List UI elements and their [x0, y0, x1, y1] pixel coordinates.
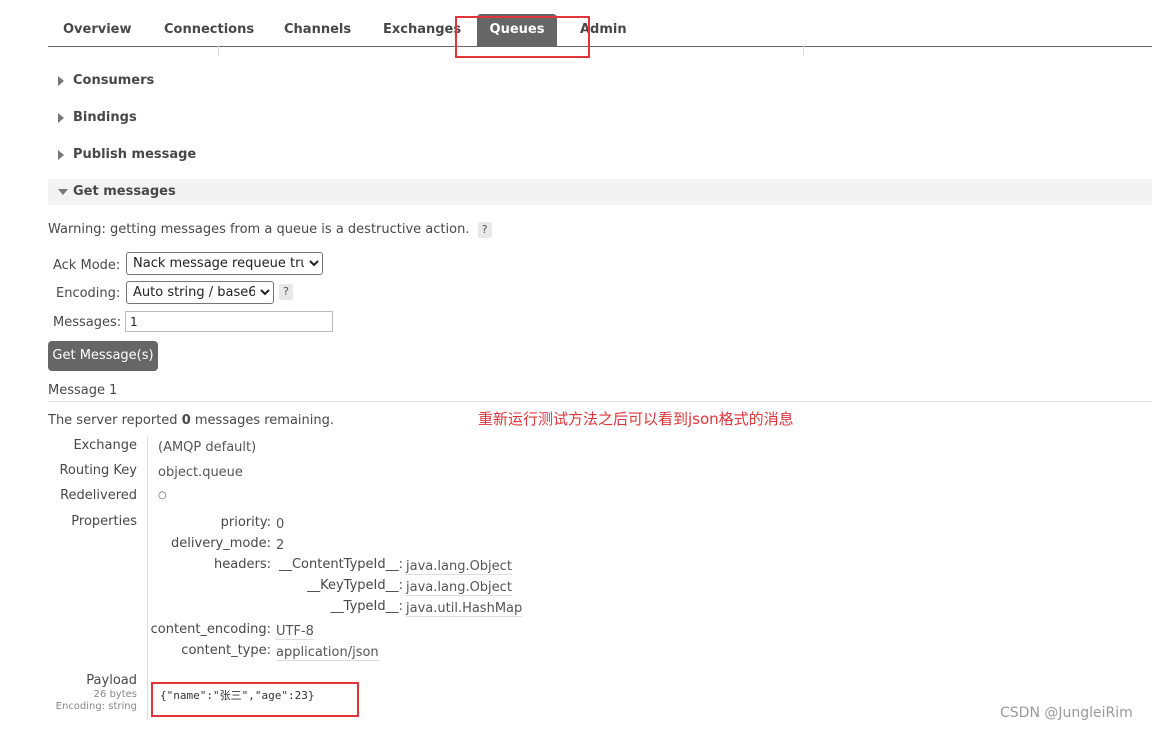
messages-label: Messages:: [53, 315, 122, 330]
priority-label: priority:: [220, 515, 271, 530]
tab-exchanges[interactable]: Exchanges: [383, 14, 461, 46]
payload-label: Payload: [86, 673, 137, 688]
tab-channels[interactable]: Channels: [284, 14, 351, 46]
redelivered-value: ○: [158, 490, 167, 501]
header-value: java.lang.Object: [406, 559, 512, 575]
tab-admin[interactable]: Admin: [580, 14, 627, 46]
header-value: java.lang.Object: [406, 580, 512, 596]
ack-mode-select[interactable]: Nack message requeue true: [126, 252, 323, 275]
server-reported-text: The server reported 0 messages remaining…: [48, 413, 334, 428]
expand-arrow-icon: [58, 76, 64, 86]
encoding-label: Encoding:: [56, 286, 121, 301]
section-label: Bindings: [73, 110, 137, 125]
server-reported-pre: The server reported: [48, 413, 178, 428]
priority-value: 0: [276, 517, 285, 532]
header-key: __TypeId__:: [330, 599, 403, 614]
exchange-value: (AMQP default): [158, 440, 257, 455]
help-icon[interactable]: ?: [279, 284, 293, 300]
section-label: Consumers: [73, 73, 155, 88]
tab-overview[interactable]: Overview: [63, 14, 132, 46]
section-bindings[interactable]: Bindings: [48, 105, 1152, 131]
payload-size: 26 bytes: [93, 689, 137, 700]
server-reported-post: messages remaining.: [194, 413, 334, 428]
nav-divider: [218, 46, 219, 56]
nav-divider: [803, 46, 804, 56]
content-encoding-label: content_encoding:: [150, 622, 271, 637]
messages-count-input[interactable]: [125, 311, 333, 332]
section-get-messages[interactable]: Get messages: [48, 179, 1152, 205]
get-messages-button[interactable]: Get Message(s): [48, 341, 158, 371]
content-type-label: content_type:: [181, 643, 271, 658]
ack-mode-label: Ack Mode:: [53, 258, 121, 273]
redelivered-label: Redelivered: [60, 488, 137, 503]
warning-message: Warning: getting messages from a queue i…: [48, 222, 470, 237]
exchange-label: Exchange: [73, 438, 137, 453]
tab-connections[interactable]: Connections: [164, 14, 254, 46]
headers-label: headers:: [214, 557, 271, 572]
routing-key-label: Routing Key: [59, 463, 137, 478]
watermark: CSDN @JungleiRim: [1000, 705, 1133, 721]
header-key: __ContentTypeId__:: [278, 557, 403, 572]
details-divider: [147, 437, 148, 720]
collapse-arrow-icon: [58, 189, 68, 195]
help-icon[interactable]: ?: [477, 222, 492, 238]
warning-text: Warning: getting messages from a queue i…: [48, 222, 492, 238]
divider: [48, 401, 1152, 402]
header-value: java.util.HashMap: [406, 601, 523, 617]
expand-arrow-icon: [58, 113, 64, 123]
section-label: Publish message: [73, 147, 197, 162]
message-header: Message 1: [48, 383, 118, 398]
delivery-mode-label: delivery_mode:: [171, 536, 271, 551]
annotation-note: 重新运行测试方法之后可以看到json格式的消息: [478, 410, 794, 428]
content-type-value: application/json: [276, 645, 379, 661]
content-encoding-value: UTF-8: [276, 624, 314, 640]
routing-key-value: object.queue: [158, 465, 243, 480]
section-publish-message[interactable]: Publish message: [48, 142, 1152, 168]
expand-arrow-icon: [58, 150, 64, 160]
payload-value: {"name":"张三","age":23}: [160, 689, 315, 702]
section-consumers[interactable]: Consumers: [48, 68, 1152, 94]
section-label: Get messages: [73, 184, 176, 199]
top-nav: Overview Connections Channels Exchanges …: [48, 14, 1152, 47]
payload-encoding: Encoding: string: [55, 701, 137, 712]
encoding-select[interactable]: Auto string / base64: [126, 281, 274, 304]
header-key: __KeyTypeId__:: [307, 578, 403, 593]
tab-queues[interactable]: Queues: [477, 14, 557, 46]
delivery-mode-value: 2: [276, 538, 285, 553]
remaining-count: 0: [181, 413, 191, 428]
properties-label: Properties: [71, 514, 137, 529]
